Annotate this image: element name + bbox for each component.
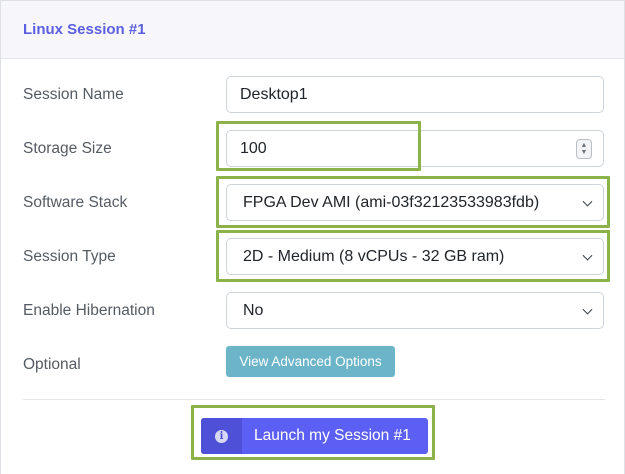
session-name-label: Session Name <box>23 86 124 103</box>
enable-hibernation-label: Enable Hibernation <box>23 302 155 319</box>
optional-label: Optional <box>23 356 81 373</box>
session-type-highlight <box>216 230 610 282</box>
session-name-input[interactable]: Desktop1 <box>226 76 604 113</box>
divider <box>23 399 605 400</box>
card-title: Linux Session #1 <box>23 21 146 38</box>
chevron-down-icon <box>582 304 593 315</box>
session-name-value: Desktop1 <box>240 85 308 103</box>
session-type-label: Session Type <box>23 248 116 265</box>
storage-size-highlight <box>216 121 421 171</box>
storage-size-label: Storage Size <box>23 140 112 157</box>
stepper-icon[interactable]: ▲ ▼ <box>576 138 592 159</box>
software-stack-highlight <box>216 176 610 228</box>
enable-hibernation-select[interactable]: No <box>226 292 604 329</box>
enable-hibernation-value: No <box>243 301 264 319</box>
launch-button-highlight <box>191 405 435 460</box>
card-header: Linux Session #1 <box>1 1 624 59</box>
view-advanced-options-button[interactable]: View Advanced Options <box>226 346 395 377</box>
software-stack-label: Software Stack <box>23 194 128 211</box>
